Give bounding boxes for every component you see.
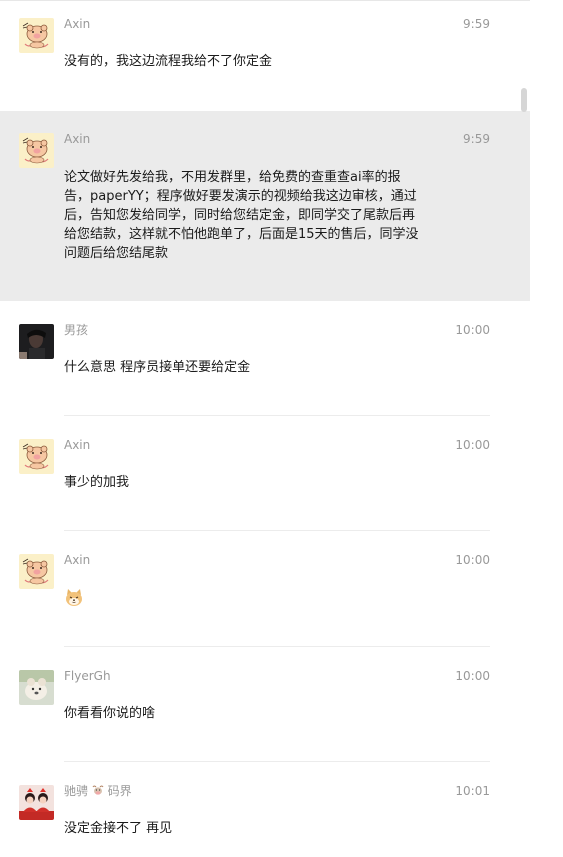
red-figures-avatar[interactable]	[19, 785, 54, 820]
message-time: 10:01	[455, 784, 490, 798]
chat-message: Axin 10:00 事少的加我	[0, 416, 530, 531]
sender-name: Axin	[64, 438, 91, 452]
pig-avatar[interactable]	[19, 133, 54, 168]
message-text: 你看看你说的啥	[64, 706, 156, 721]
chat-message: Axin 10:00	[0, 531, 530, 647]
chat-message: Axin 9:59 没有的，我这边流程我给不了你定金	[0, 1, 530, 109]
sender-name: 男孩	[64, 323, 89, 337]
ox-emoji-icon	[92, 785, 104, 795]
message-time: 10:00	[455, 438, 490, 452]
sender-name-suffix: 码界	[107, 784, 132, 798]
sender-name: Axin	[64, 553, 91, 567]
message-time: 10:00	[455, 323, 490, 337]
sender-name: 驰骋 码界	[64, 783, 132, 799]
pig-avatar[interactable]	[19, 18, 54, 53]
message-text: 没定金接不了 再见	[64, 821, 173, 836]
sender-name: FlyerGh	[64, 669, 111, 683]
sender-name-part: 驰骋	[64, 784, 89, 798]
sender-name: Axin	[64, 132, 91, 146]
message-time: 10:00	[455, 553, 490, 567]
chat-message: 男孩 10:00 什么意思 程序员接单还要给定金	[0, 301, 530, 416]
chat-message-list[interactable]: Axin 9:59 没有的，我这边流程我给不了你定金 Axin 9:59 论文做…	[0, 0, 530, 857]
message-text: 没有的，我这边流程我给不了你定金	[64, 54, 273, 69]
message-text: 论文做好先发给我，不用发群里，给免费的查重查ai率的报告，paperYY；程序做…	[64, 170, 419, 261]
dog-photo-avatar[interactable]	[19, 670, 54, 705]
chat-message: 驰骋 码界 10:01 没定金接不了 再见	[0, 762, 530, 857]
pig-avatar[interactable]	[19, 554, 54, 589]
message-emoji	[64, 587, 424, 607]
message-time: 9:59	[463, 132, 490, 146]
dark-portrait-avatar[interactable]	[19, 324, 54, 359]
pig-avatar[interactable]	[19, 439, 54, 474]
sender-name: Axin	[64, 17, 91, 31]
message-time: 9:59	[463, 17, 490, 31]
message-text: 什么意思 程序员接单还要给定金	[64, 360, 251, 375]
chat-message: FlyerGh 10:00 你看看你说的啥	[0, 647, 530, 762]
chat-message-selected: Axin 9:59 论文做好先发给我，不用发群里，给免费的查重查ai率的报告，p…	[0, 111, 530, 301]
scrollbar-thumb[interactable]	[521, 88, 527, 112]
message-time: 10:00	[455, 669, 490, 683]
doge-emoji-icon	[66, 589, 82, 606]
message-text: 事少的加我	[64, 475, 130, 490]
